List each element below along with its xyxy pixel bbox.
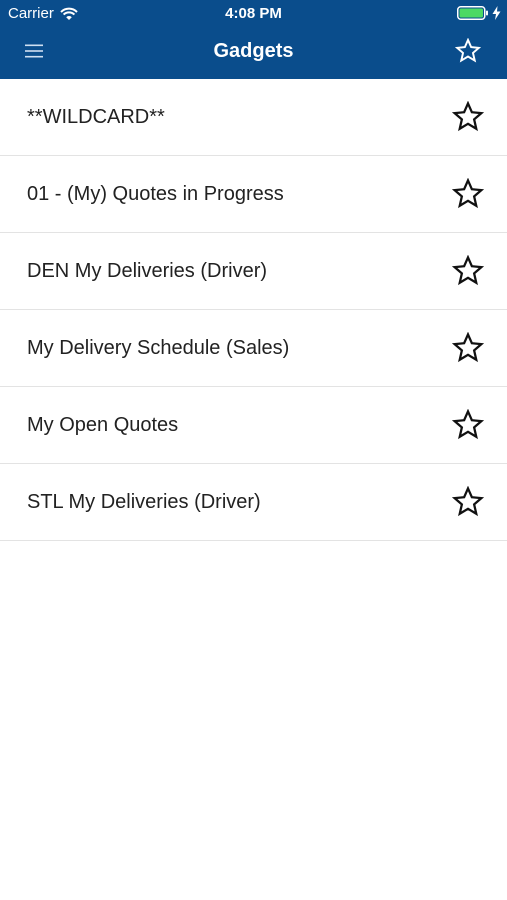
status-time: 4:08 PM <box>225 5 282 22</box>
gadget-label: **WILDCARD** <box>27 105 165 128</box>
gadget-row[interactable]: **WILDCARD** <box>0 79 507 156</box>
gadget-list: **WILDCARD** 01 - (My) Quotes in Progress… <box>0 79 507 541</box>
star-outline-icon[interactable] <box>451 485 485 519</box>
gadget-row[interactable]: My Delivery Schedule (Sales) <box>0 310 507 387</box>
gadget-label: 01 - (My) Quotes in Progress <box>27 182 284 205</box>
header: Carrier 4:08 PM Gadgets <box>0 0 507 79</box>
status-bar: Carrier 4:08 PM <box>0 0 507 28</box>
star-outline-icon[interactable] <box>451 254 485 288</box>
battery-group <box>457 6 501 20</box>
star-outline-icon[interactable] <box>451 331 485 365</box>
battery-icon <box>457 6 489 20</box>
star-outline-icon[interactable] <box>451 408 485 442</box>
favorites-button[interactable] <box>453 37 483 69</box>
gadget-row[interactable]: My Open Quotes <box>0 387 507 464</box>
gadget-label: My Open Quotes <box>27 413 179 436</box>
charging-bolt-icon <box>492 6 501 20</box>
star-outline-icon[interactable] <box>451 177 485 211</box>
gadget-row[interactable]: 01 - (My) Quotes in Progress <box>0 156 507 233</box>
gadget-label: DEN My Deliveries (Driver) <box>27 259 268 282</box>
gadget-label: STL My Deliveries (Driver) <box>27 490 261 513</box>
gadget-row[interactable]: DEN My Deliveries (Driver) <box>0 233 507 310</box>
navigation-bar: Gadgets <box>0 28 507 79</box>
page-title: Gadgets <box>213 40 294 62</box>
gadgets-screen: Carrier 4:08 PM Gadgets **WILDCARD** 01 … <box>0 0 507 900</box>
star-outline-icon[interactable] <box>451 100 485 134</box>
star-outline-icon <box>454 37 482 69</box>
gadget-row[interactable]: STL My Deliveries (Driver) <box>0 464 507 541</box>
gadget-label: My Delivery Schedule (Sales) <box>27 336 290 359</box>
